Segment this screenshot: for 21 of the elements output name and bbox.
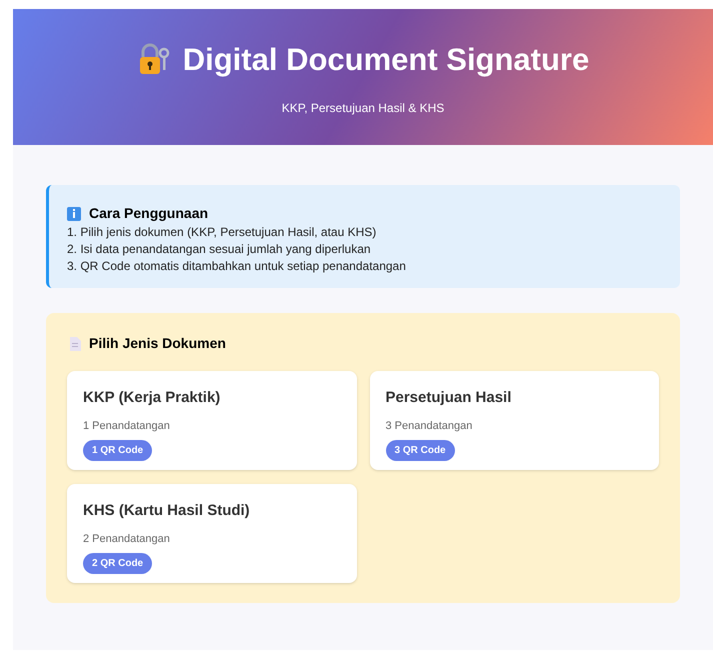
document-type-card[interactable]: Persetujuan Hasil 3 Penandatangan 3 QR Code — [370, 371, 659, 470]
document-type-card[interactable]: KHS (Kartu Hasil Studi) 2 Penandatangan 2 QR Code — [67, 484, 356, 583]
info-icon — [67, 206, 81, 220]
document-type-name: Persetujuan Hasil — [386, 388, 512, 408]
document-icon — [69, 336, 81, 350]
page-subtitle: KKP, Persetujuan Hasil & KHS — [282, 100, 444, 118]
page-title: Digital Document Signature — [182, 40, 590, 79]
signer-count: 2 Penandatangan — [83, 532, 170, 546]
document-type-name: KHS (Kartu Hasil Studi) — [83, 501, 250, 521]
instruction-step: 3. QR Code otomatis ditambahkan untuk setiap penandatangan — [67, 258, 662, 275]
qr-code-count: 1 QR Code — [83, 440, 152, 461]
qr-code-count: 3 QR Code — [386, 440, 455, 461]
instruction-step: 2. Isi data penandatangan sesuai jumlah yang diperlukan — [67, 241, 662, 258]
instructions-title: Cara Penggunaan — [89, 204, 208, 223]
document-type-name: KKP (Kerja Praktik) — [83, 388, 220, 408]
section-title: Pilih Jenis Dokumen — [89, 334, 226, 353]
qr-code-count: 2 QR Code — [83, 553, 152, 574]
document-type-card[interactable]: KKP (Kerja Praktik) 1 Penandatangan 1 QR Code — [67, 371, 356, 470]
instruction-step: 1. Pilih jenis dokumen (KKP, Persetujuan Hasil, atau KHS) — [67, 224, 662, 241]
signer-count: 1 Penandatangan — [83, 418, 170, 434]
signer-count: 3 Penandatangan — [386, 418, 472, 434]
